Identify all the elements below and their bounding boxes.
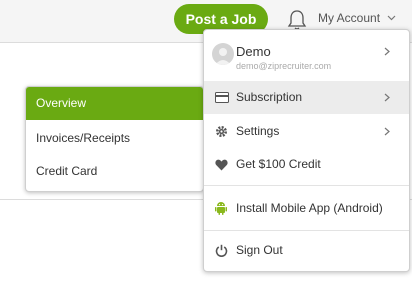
user-email: demo@ziprecruiter.com: [236, 61, 332, 71]
account-dropdown: Demo demo@ziprecruiter.com Subscription …: [203, 29, 410, 272]
user-name: Demo: [236, 44, 271, 59]
settings-label: Settings: [236, 124, 280, 138]
chevron-down-icon[interactable]: [387, 15, 396, 21]
chevron-right-icon: [384, 93, 390, 102]
submenu-item-overview[interactable]: Overview: [26, 87, 203, 120]
avatar-placeholder-icon: [215, 48, 231, 65]
menu-item-install-android-app[interactable]: Install Mobile App (Android): [204, 192, 409, 225]
credit-card-icon: [215, 92, 229, 103]
subscription-label: Subscription: [236, 90, 303, 104]
chevron-right-icon: [384, 47, 390, 56]
heart-icon: [215, 159, 228, 171]
submenu-item-invoices[interactable]: Invoices/Receipts: [26, 122, 203, 155]
bell-icon[interactable]: [287, 9, 307, 31]
subscription-submenu: Overview Invoices/Receipts Credit Card: [25, 86, 204, 192]
account-user-item[interactable]: Demo demo@ziprecruiter.com: [204, 30, 409, 80]
install-app-label: Install Mobile App (Android): [236, 201, 383, 215]
menu-item-settings[interactable]: Settings: [204, 115, 409, 148]
menu-item-sign-out[interactable]: Sign Out: [204, 234, 409, 267]
my-account-menu-label[interactable]: My Account: [318, 11, 380, 25]
power-icon: [215, 244, 228, 257]
menu-divider: [204, 185, 409, 186]
avatar: [212, 43, 234, 65]
chevron-right-icon: [384, 127, 390, 136]
android-icon: [215, 202, 227, 215]
submenu-item-credit-card[interactable]: Credit Card: [26, 155, 203, 188]
gear-icon: [216, 126, 227, 137]
get-credit-label: Get $100 Credit: [236, 157, 321, 171]
sign-out-label: Sign Out: [236, 243, 283, 257]
menu-item-get-credit[interactable]: Get $100 Credit: [204, 148, 409, 181]
menu-divider: [204, 230, 409, 231]
menu-item-subscription[interactable]: Subscription: [204, 81, 409, 114]
